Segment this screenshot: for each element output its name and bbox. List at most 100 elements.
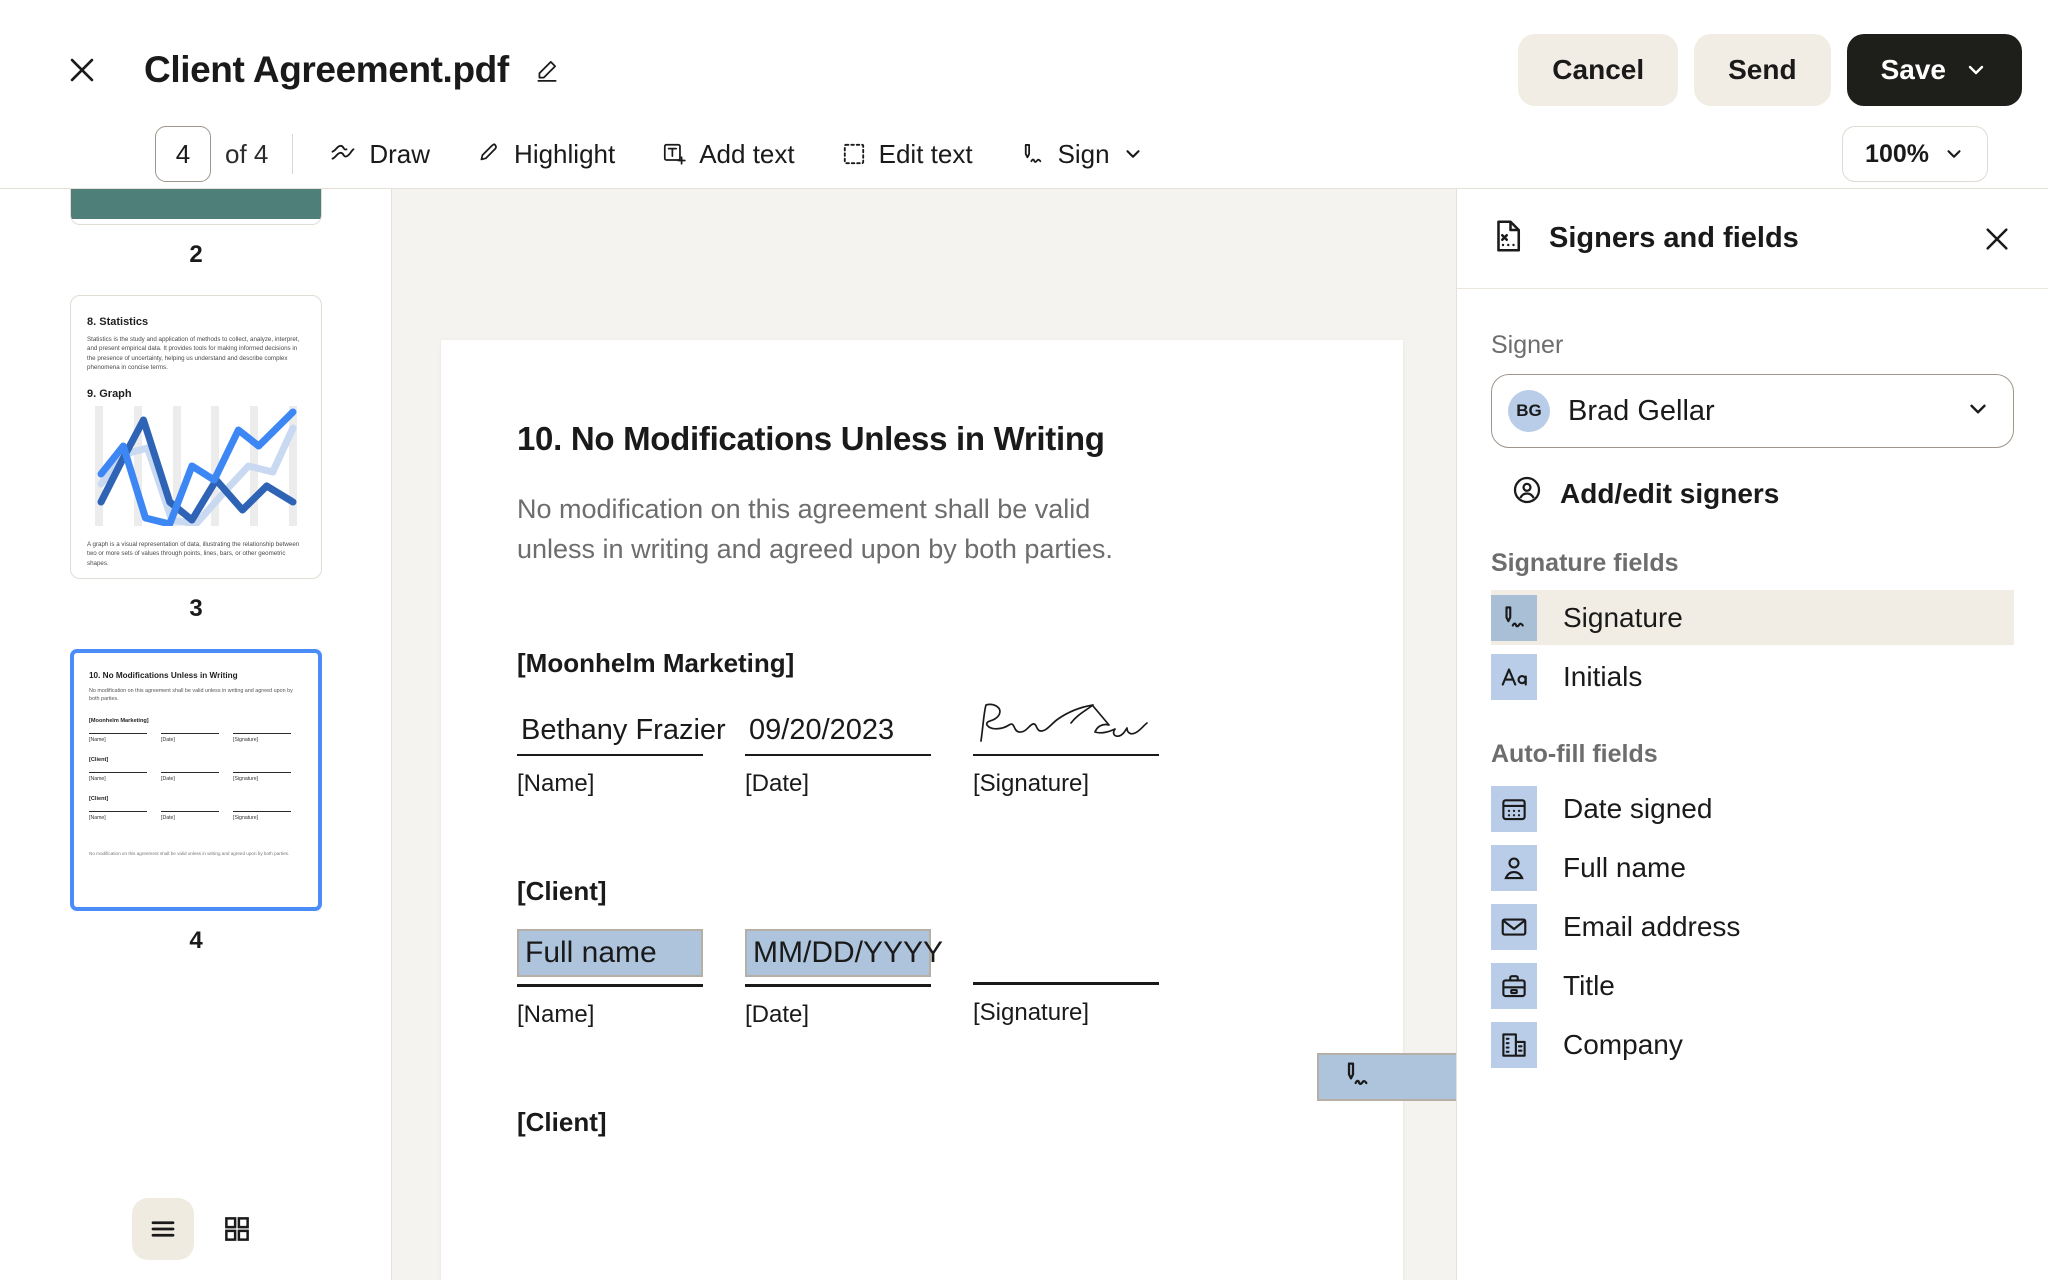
document-fields-icon — [1491, 218, 1527, 259]
field-item-initials[interactable]: Initials — [1491, 649, 2014, 704]
field-tag-date: [Date] — [745, 770, 810, 798]
thumb4-cell-name: [Name] — [89, 732, 147, 743]
send-button[interactable]: Send — [1694, 34, 1831, 106]
close-icon[interactable] — [1980, 222, 2014, 256]
tool-draw[interactable]: Draw — [319, 128, 440, 180]
building-icon — [1491, 1021, 1537, 1068]
thumb4-cell-name: [Name] — [89, 771, 147, 782]
thumbnail-page-3[interactable]: 8. Statistics Statistics is the study an… — [70, 295, 322, 579]
dragged-signature-field[interactable] — [1317, 1053, 1456, 1101]
chevron-down-icon — [1965, 396, 1991, 427]
tool-add-text[interactable]: Add text — [651, 128, 804, 180]
field-item-label: Email address — [1563, 910, 1741, 942]
field-item-label: Date signed — [1563, 792, 1713, 824]
save-button[interactable]: Save — [1846, 34, 2022, 106]
avatar: BG — [1508, 390, 1550, 432]
thumb4-tag-signature: [Signature] — [233, 736, 259, 743]
thumbnail-sidebar[interactable]: 2 8. Statistics Statistics is the study … — [0, 188, 392, 1280]
thumbnail-number: 3 — [189, 595, 203, 622]
save-button-label: Save — [1880, 54, 1946, 85]
field-tag-name: [Name] — [517, 1000, 595, 1028]
document-page[interactable]: 10. No Modifications Unless in Writing N… — [441, 340, 1456, 1280]
pencil-icon[interactable] — [531, 54, 563, 86]
signature-row-2: Full name [Name] MM/DD/YYYY [Date] [Sign… — [517, 929, 1327, 1029]
field-underline — [233, 732, 291, 734]
signature-icon — [1491, 594, 1537, 641]
thumbnail-item-4[interactable]: 10. No Modifications Unless in Writing N… — [0, 649, 391, 981]
thumb4-cell-signature: [Signature] — [233, 771, 291, 782]
thumb3-body-statistics: Statistics is the study and application … — [87, 336, 300, 371]
chevron-down-icon — [1126, 150, 1140, 158]
document-section-body: No modification on this agreement shall … — [517, 494, 1113, 564]
signature-fields-list: Signature Initials — [1491, 590, 2014, 704]
field-item-company[interactable]: Company — [1491, 1017, 2014, 1072]
thumb4-cell-date: [Date] — [161, 732, 219, 743]
thumb4-cell-signature: [Signature] — [233, 732, 291, 743]
thumbnail-item-2[interactable]: 2 — [0, 189, 391, 295]
page-number-input[interactable] — [155, 126, 211, 182]
field-item-label: Initials — [1563, 660, 1643, 692]
edit-text-icon — [841, 141, 867, 167]
initials-icon — [1491, 653, 1537, 700]
tool-edit-text-label: Edit text — [878, 138, 973, 169]
briefcase-icon — [1491, 962, 1537, 1009]
thumbnail-page-4[interactable]: 10. No Modifications Unless in Writing N… — [70, 649, 322, 911]
thumb4-cell-date: [Date] — [161, 771, 219, 782]
document-party-label-1: [Moonhelm Marketing] — [517, 647, 795, 678]
thumb4-tag-date: [Date] — [161, 814, 175, 821]
cancel-button[interactable]: Cancel — [1518, 34, 1679, 106]
sign-icon — [1019, 141, 1046, 168]
zoom-level-label: 100% — [1865, 139, 1929, 168]
draw-icon — [329, 140, 357, 168]
tool-edit-text[interactable]: Edit text — [831, 128, 983, 180]
calendar-icon — [1491, 785, 1537, 832]
highlight-icon — [476, 141, 502, 167]
field-item-title[interactable]: Title — [1491, 958, 2014, 1013]
field-underline — [161, 810, 219, 812]
thumb4-tag-name: [Name] — [89, 814, 106, 821]
full-name-field[interactable]: Full name — [517, 929, 703, 978]
date-value: 09/20/2023 — [749, 713, 895, 746]
field-underline — [89, 732, 147, 734]
field-item-date-signed[interactable]: Date signed — [1491, 781, 2014, 836]
field-underline — [233, 771, 291, 773]
field-item-full-name[interactable]: Full name — [1491, 840, 2014, 895]
list-view-icon[interactable] — [132, 1198, 194, 1260]
signer-label: Signer — [1491, 331, 1564, 359]
field-underline — [233, 810, 291, 812]
close-document-button[interactable] — [58, 46, 106, 94]
document-party-label-2: [Client] — [517, 876, 607, 907]
panel-body: Signer BG Brad Gellar Add/edit signers S… — [1457, 289, 2048, 1072]
field-item-label: Signature — [1563, 601, 1683, 633]
field-item-email-address[interactable]: Email address — [1491, 899, 2014, 954]
zoom-level-selector[interactable]: 100% — [1842, 126, 1988, 182]
add-edit-signers-button[interactable]: Add/edit signers — [1511, 474, 2014, 513]
tool-draw-label: Draw — [369, 138, 431, 169]
thumbnail-number: 4 — [189, 927, 203, 954]
grid-view-icon[interactable] — [206, 1198, 268, 1260]
field-item-signature[interactable]: Signature — [1491, 590, 2014, 645]
field-item-label: Full name — [1563, 851, 1686, 883]
date-field[interactable]: MM/DD/YYYY — [745, 929, 943, 978]
app-header: Client Agreement.pdf Cancel Send Save — [0, 0, 2048, 140]
thumbnail-number: 2 — [189, 241, 203, 268]
thumb4-row-1: [Name] [Date] [Signature] — [89, 732, 303, 743]
signature-fields-title: Signature fields — [1491, 549, 1679, 577]
toolbar-divider — [292, 134, 294, 174]
signature-row-1: Bethany Frazier [Name] 09/20/2023 [Date] — [517, 701, 1327, 799]
document-viewer[interactable]: 10. No Modifications Unless in Writing N… — [392, 188, 1456, 1280]
tool-sign[interactable]: Sign — [1009, 128, 1154, 180]
field-underline — [745, 984, 931, 987]
signer-name: Brad Gellar — [1568, 394, 1715, 427]
signer-select[interactable]: BG Brad Gellar — [1491, 374, 2014, 448]
tool-highlight[interactable]: Highlight — [466, 128, 625, 180]
thumb3-heading-graph: 9. Graph — [87, 388, 132, 401]
signers-and-fields-panel: Signers and fields Signer BG Brad Gellar… — [1456, 188, 2048, 1280]
field-underline — [161, 732, 219, 734]
panel-header: Signers and fields — [1457, 189, 2048, 289]
thumbnail-item-3[interactable]: 8. Statistics Statistics is the study an… — [0, 295, 391, 649]
thumb4-tag-name: [Name] — [89, 775, 106, 782]
thumb4-party-2: [Client] — [89, 756, 109, 763]
thumbnail-page-2[interactable] — [70, 189, 322, 225]
panel-title: Signers and fields — [1549, 222, 1799, 254]
